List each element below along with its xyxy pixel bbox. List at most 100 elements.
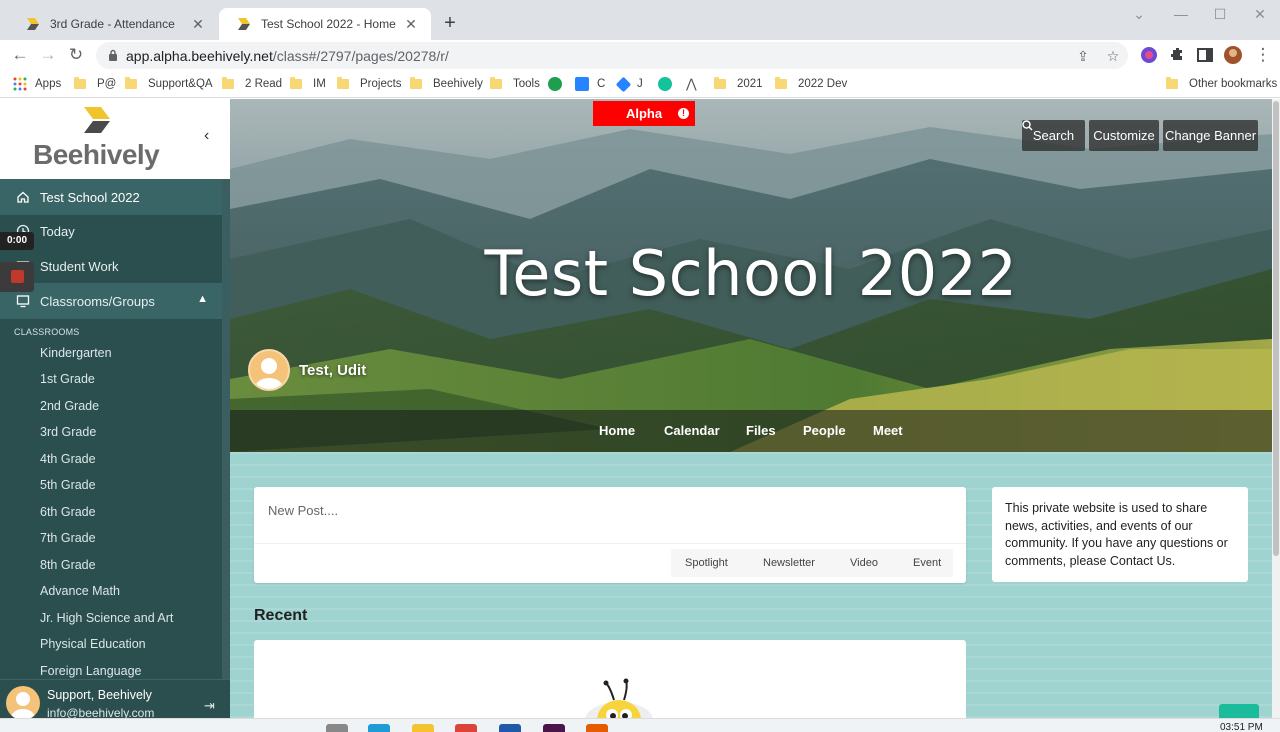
new-tab-button[interactable]: + (440, 12, 460, 34)
chat-button[interactable] (1219, 704, 1259, 718)
bookmark-folder[interactable]: Support&QA (125, 76, 213, 92)
search-button[interactable]: Search (1022, 120, 1085, 151)
minimize-button[interactable]: — (1166, 6, 1196, 22)
bookmark-star-icon[interactable]: ☆ (1104, 47, 1122, 65)
maximize-button[interactable]: ☐ (1205, 6, 1235, 23)
alpha-badge[interactable]: Alpha ! (593, 101, 695, 126)
bookmark-confluence[interactable]: C (575, 76, 605, 92)
edge-icon[interactable] (368, 724, 390, 732)
classroom-link[interactable]: 1st Grade (40, 372, 95, 386)
bookmark-folder[interactable]: 2 Read (222, 76, 282, 92)
folder-icon (775, 77, 787, 89)
extensions-puzzle-icon[interactable] (1167, 45, 1187, 65)
other-bookmarks[interactable]: Other bookmarks (1166, 76, 1277, 92)
reload-button[interactable]: ↻ (65, 44, 87, 66)
file-explorer-icon[interactable] (412, 724, 434, 732)
sidebar-scrollbar[interactable] (222, 179, 230, 719)
extension-record-icon[interactable] (1139, 45, 1159, 65)
chrome-icon[interactable] (455, 724, 477, 732)
bookmark-folder[interactable]: IM (290, 76, 326, 92)
classroom-link[interactable]: Foreign Language (40, 664, 141, 678)
chevron-up-icon[interactable]: ▲ (197, 293, 208, 305)
forward-button[interactable]: → (37, 44, 59, 66)
folder-icon (490, 77, 502, 89)
beehively-logo-icon (84, 107, 110, 133)
collapse-sidebar-icon[interactable]: ‹ (204, 127, 209, 145)
sidebar-item-label: Classrooms/Groups (40, 293, 155, 309)
divider (254, 543, 966, 544)
scrollbar-thumb[interactable] (1273, 101, 1279, 556)
stop-recording-button[interactable] (0, 262, 34, 292)
owner-name[interactable]: Test, Udit (299, 362, 366, 379)
confluence-icon (575, 77, 589, 91)
tab-title: Test School 2022 - Home (261, 17, 396, 31)
nav-calendar[interactable]: Calendar (664, 423, 720, 438)
bookmark-folder[interactable]: Tools (490, 76, 540, 92)
share-icon[interactable]: ⇪ (1074, 47, 1092, 65)
change-banner-button[interactable]: Change Banner (1163, 120, 1258, 151)
address-bar[interactable]: app.alpha.beehively.net/class#/2797/page… (96, 42, 1128, 69)
bookmark-folder[interactable]: Projects (337, 76, 402, 92)
logo-text: Beehively (33, 139, 160, 170)
bookmark-folder[interactable]: Beehively (410, 76, 483, 92)
close-window-button[interactable]: ✕ (1245, 6, 1275, 23)
outlook-icon[interactable] (499, 724, 521, 732)
bookmark-folder[interactable]: P@ (74, 76, 116, 92)
page-scrollbar[interactable] (1272, 99, 1280, 718)
slack-icon[interactable] (543, 724, 565, 732)
classroom-link[interactable]: 5th Grade (40, 478, 96, 492)
tab-attendance[interactable]: 3rd Grade - Attendance ✕ (8, 8, 218, 40)
nav-meet[interactable]: Meet (873, 423, 903, 438)
spotlight-button[interactable]: Spotlight (670, 557, 743, 573)
folder-icon (125, 77, 137, 89)
bookmark-folder[interactable]: 2022 Dev (775, 76, 847, 92)
sidebar-item-home[interactable]: Test School 2022 (0, 179, 222, 215)
classroom-link[interactable]: 7th Grade (40, 531, 96, 545)
close-tab-icon[interactable]: ✕ (403, 16, 419, 33)
classroom-link[interactable]: Advance Math (40, 584, 120, 598)
close-tab-icon[interactable]: ✕ (190, 16, 206, 33)
beehively-favicon-icon (238, 18, 250, 30)
avatar[interactable] (6, 686, 40, 719)
page-title: Test School 2022 (484, 237, 1018, 310)
avatar[interactable] (248, 349, 290, 391)
video-button[interactable]: Video (835, 557, 893, 573)
info-icon[interactable]: ! (678, 108, 689, 119)
bookmark-jira[interactable]: J (615, 76, 643, 92)
recent-post-card (254, 640, 966, 718)
tab-home[interactable]: Test School 2022 - Home ✕ (219, 8, 431, 40)
os-taskbar: 03:51 PM (0, 718, 1280, 732)
bookmark-green-site[interactable] (548, 76, 570, 92)
home-icon (17, 191, 29, 203)
event-button[interactable]: Event (898, 557, 956, 573)
app-icon[interactable] (586, 724, 608, 732)
logo[interactable]: Beehively ‹ (0, 99, 230, 179)
nav-home[interactable]: Home (599, 423, 635, 438)
newsletter-button[interactable]: Newsletter (748, 557, 830, 573)
back-button[interactable]: ← (9, 44, 31, 66)
grammarly-icon (658, 77, 672, 91)
classroom-link[interactable]: Physical Education (40, 637, 146, 651)
nav-people[interactable]: People (803, 423, 846, 438)
classroom-link[interactable]: Jr. High Science and Art (40, 611, 173, 625)
customize-button[interactable]: Customize (1089, 120, 1159, 151)
nav-files[interactable]: Files (746, 423, 776, 438)
classroom-link[interactable]: Kindergarten (40, 346, 112, 360)
logout-icon[interactable]: ⇥ (204, 698, 215, 714)
classroom-link[interactable]: 8th Grade (40, 558, 96, 572)
new-post-input[interactable]: New Post.... (268, 503, 338, 518)
side-panel-icon[interactable] (1195, 45, 1215, 65)
classroom-link[interactable]: 4th Grade (40, 452, 96, 466)
classroom-link[interactable]: 6th Grade (40, 505, 96, 519)
tab-search-chevron-icon[interactable]: ⌄ (1124, 6, 1154, 23)
bookmark-apps[interactable]: Apps (13, 76, 61, 92)
lock-icon (109, 49, 117, 61)
chrome-menu-icon[interactable]: ⋮ (1252, 44, 1274, 66)
bookmark-grammarly[interactable] (658, 76, 680, 92)
task-view-icon[interactable] (326, 724, 348, 732)
bookmark-folder[interactable]: 2021 (714, 76, 763, 92)
classroom-link[interactable]: 2nd Grade (40, 399, 99, 413)
bookmark-site[interactable]: ⋀ (686, 76, 697, 92)
classroom-link[interactable]: 3rd Grade (40, 425, 96, 439)
profile-avatar[interactable] (1223, 45, 1243, 65)
